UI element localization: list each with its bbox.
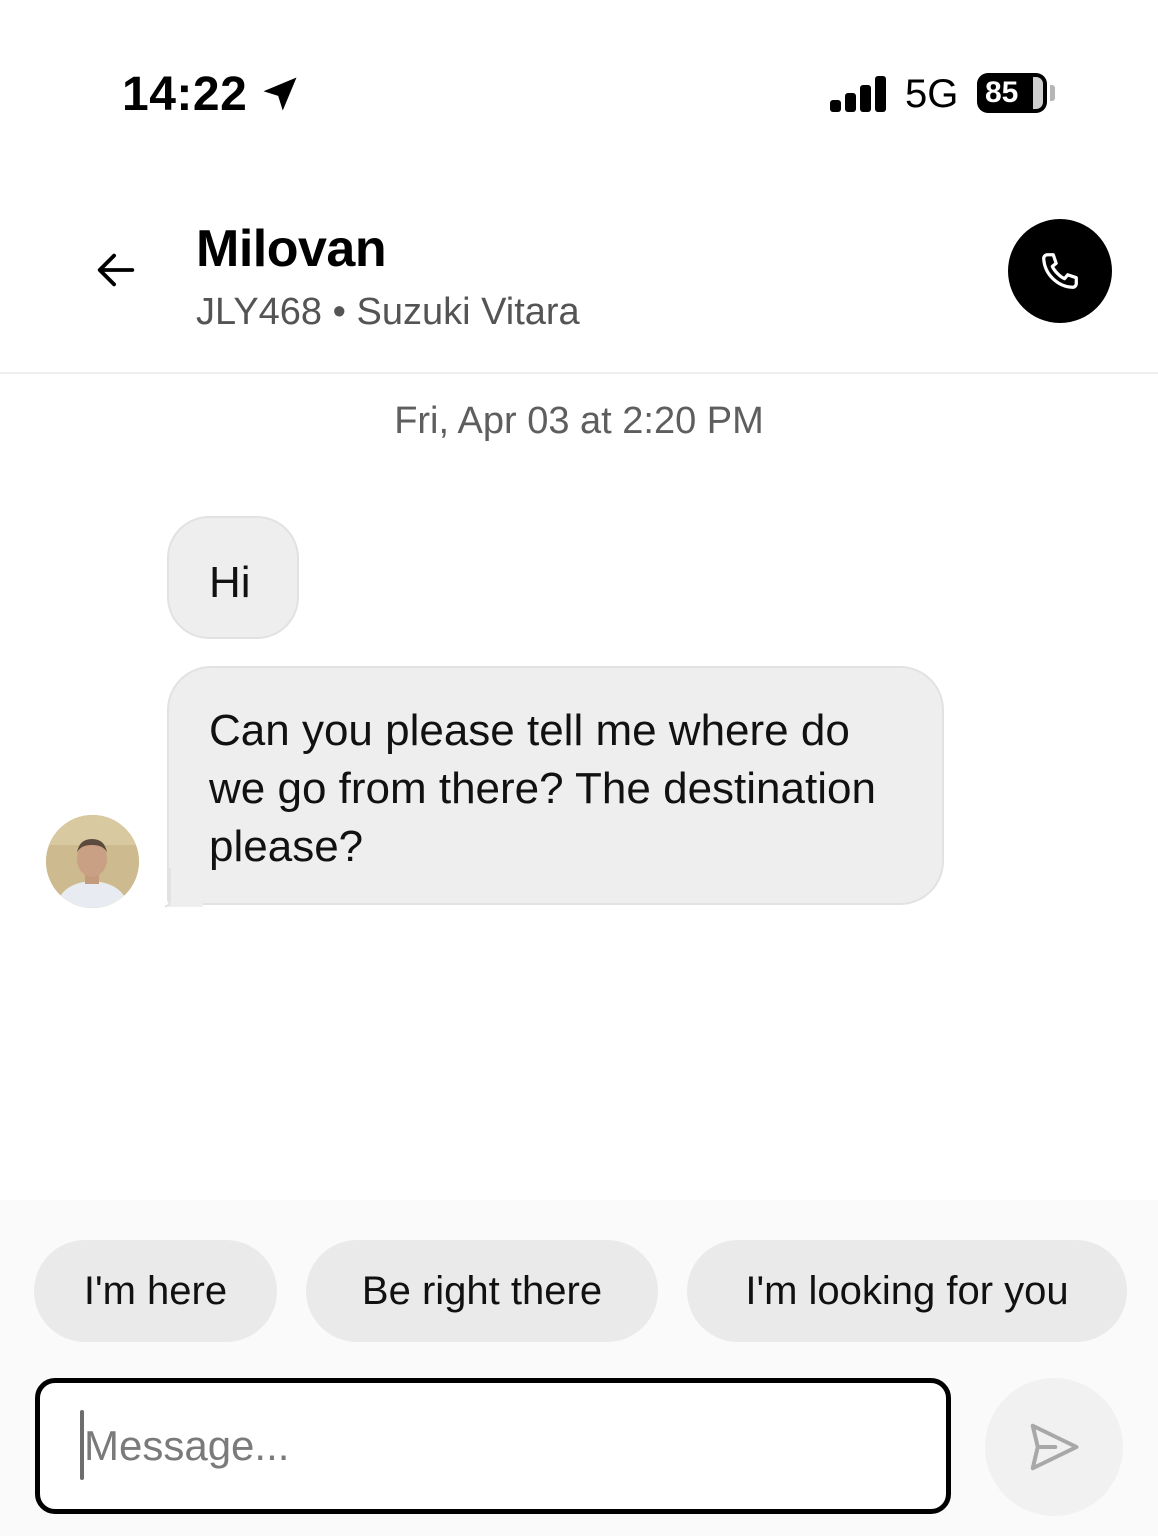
battery-cap: [1050, 85, 1055, 101]
bubble-tail: [164, 868, 203, 908]
message-input[interactable]: [35, 1378, 951, 1514]
quick-reply-chip[interactable]: I'm looking for you: [687, 1240, 1127, 1342]
location-arrow-icon: [263, 77, 297, 111]
quick-reply-chip[interactable]: Be right there: [306, 1240, 658, 1342]
text-cursor: [80, 1410, 84, 1480]
message-text: Hi: [209, 558, 251, 607]
battery-level: 85: [985, 76, 1019, 109]
battery-icon: 85: [977, 73, 1047, 113]
status-time: 14:22: [122, 68, 248, 121]
message-timestamp: Fri, Apr 03 at 2:20 PM: [394, 400, 764, 442]
back-button[interactable]: [84, 238, 148, 302]
signal-bars-icon: [830, 76, 888, 112]
message-bubble: Can you please tell me where do we go fr…: [167, 666, 944, 905]
message-text: Can you please tell me where do we go fr…: [209, 706, 876, 871]
send-button[interactable]: [985, 1378, 1123, 1516]
network-type: 5G: [905, 72, 959, 116]
status-bar: 14:22 5G 85: [0, 0, 1158, 190]
arrow-left-icon: [97, 253, 135, 287]
driver-avatar: [46, 815, 139, 908]
call-button[interactable]: [1008, 219, 1112, 323]
chat-header: Milovan JLY468 • Suzuki Vitara: [0, 190, 1158, 374]
quick-reply-chip[interactable]: I'm here: [34, 1240, 277, 1342]
send-icon: [1030, 1423, 1079, 1471]
driver-name: Milovan: [196, 220, 387, 278]
message-bubble: Hi: [167, 516, 299, 639]
driver-photo: [46, 815, 139, 908]
vehicle-info: JLY468 • Suzuki Vitara: [196, 291, 580, 333]
chat-screen: 14:22 5G 85 Milovan JLY468 • Suzuki Vita…: [0, 0, 1158, 1536]
phone-icon: [1042, 253, 1078, 289]
